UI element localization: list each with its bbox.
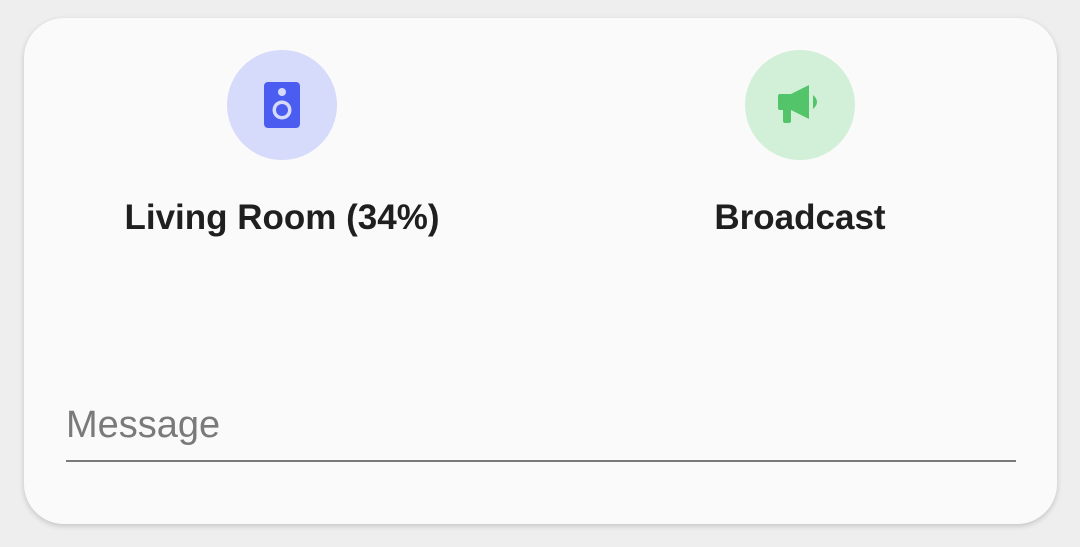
megaphone-icon	[778, 85, 817, 123]
tile-label-living-room: Living Room (34%)	[124, 198, 440, 237]
megaphone-icon-circle	[745, 50, 855, 160]
tile-broadcast[interactable]: Broadcast	[590, 18, 1010, 258]
tile-label-broadcast: Broadcast	[714, 198, 886, 237]
tile-living-room-speaker[interactable]: Living Room (34%)	[72, 18, 492, 258]
broadcast-card: Living Room (34%) Broadcast	[24, 18, 1057, 524]
speaker-icon	[264, 82, 300, 128]
message-field[interactable]	[66, 390, 1016, 462]
message-input[interactable]	[66, 400, 1016, 450]
speaker-icon-circle	[227, 50, 337, 160]
